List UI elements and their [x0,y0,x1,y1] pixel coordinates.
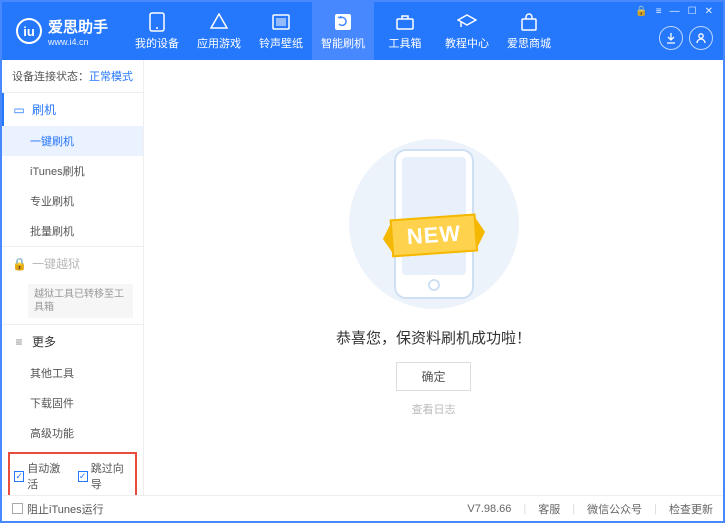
logo[interactable]: iu 爱思助手 www.i4.cn [2,16,118,47]
checkbox-label: 阻止iTunes运行 [27,501,104,517]
nav-apps[interactable]: 应用游戏 [188,2,250,60]
checkbox-icon: ✓ [14,471,24,482]
nav-ringtones[interactable]: 铃声壁纸 [250,2,312,60]
sidebar-section-more: ≡ 更多 其他工具 下载固件 高级功能 [2,324,143,448]
sidebar-section-jailbreak: 🔒 一键越狱 越狱工具已转移至工具箱 [2,246,143,324]
sidebar-item-download-fw[interactable]: 下载固件 [2,388,143,418]
view-log-link[interactable]: 查看日志 [412,401,456,417]
checkbox-icon: ✓ [78,471,88,482]
maximize-icon[interactable]: ☐ [688,6,697,17]
wallpaper-icon [271,12,291,32]
checkbox-skip-guide[interactable]: ✓ 跳过向导 [78,460,132,492]
sidebar-item-advanced[interactable]: 高级功能 [2,418,143,448]
status-label: 设备连接状态： [12,71,89,83]
nav-flash[interactable]: 智能刷机 [312,2,374,60]
nav-label: 铃声壁纸 [259,35,303,51]
nav-label: 我的设备 [135,35,179,51]
close-icon[interactable]: ✕ [705,6,713,17]
sidebar-item-other-tools[interactable]: 其他工具 [2,358,143,388]
success-message: 恭喜您，保资料刷机成功啦！ [336,327,531,348]
more-section-icon: ≡ [12,335,26,349]
new-ribbon: NEW [389,213,478,257]
download-button[interactable] [659,26,683,50]
graduation-icon [457,12,477,32]
sidebar-item-itunes-flash[interactable]: iTunes刷机 [2,156,143,186]
lock-section-icon: 🔒 [12,257,26,271]
connection-status: 设备连接状态：正常模式 [2,60,143,92]
checkbox-block-itunes[interactable]: 阻止iTunes运行 [12,501,104,517]
phone-icon [147,12,167,32]
divider: | [654,503,657,515]
app-subtitle: www.i4.cn [48,37,108,47]
logo-icon: iu [16,18,42,44]
checkbox-label: 跳过向导 [91,460,131,492]
sidebar: 设备连接状态：正常模式 ▭ 刷机 一键刷机 iTunes刷机 专业刷机 批量刷机… [2,60,144,495]
header-actions [659,26,713,60]
status-value: 正常模式 [89,71,133,83]
update-link[interactable]: 检查更新 [669,501,713,517]
nav-label: 智能刷机 [321,35,365,51]
nav-label: 工具箱 [389,35,422,51]
nav-my-device[interactable]: 我的设备 [126,2,188,60]
wechat-link[interactable]: 微信公众号 [587,501,642,517]
checkbox-label: 自动激活 [27,460,67,492]
section-title: 一键越狱 [32,255,80,272]
section-title: 更多 [32,333,56,350]
options-highlight: ✓ 自动激活 ✓ 跳过向导 [8,452,137,495]
body: 设备连接状态：正常模式 ▭ 刷机 一键刷机 iTunes刷机 专业刷机 批量刷机… [2,60,723,495]
nav-toolbox[interactable]: 工具箱 [374,2,436,60]
menu-icon[interactable]: ≡ [656,6,662,17]
minimize-icon[interactable]: — [670,6,680,17]
app-title: 爱思助手 [48,16,108,37]
sidebar-item-batch-flash[interactable]: 批量刷机 [2,216,143,246]
section-title: 刷机 [32,101,56,118]
footer: 阻止iTunes运行 V7.98.66 | 客服 | 微信公众号 | 检查更新 [2,495,723,521]
footer-right: V7.98.66 | 客服 | 微信公众号 | 检查更新 [467,501,713,517]
sidebar-section-flash: ▭ 刷机 一键刷机 iTunes刷机 专业刷机 批量刷机 [2,92,143,246]
header: iu 爱思助手 www.i4.cn 我的设备 应用游戏 铃声壁纸 智能刷机 [2,2,723,60]
main-nav: 我的设备 应用游戏 铃声壁纸 智能刷机 工具箱 教程中心 [126,2,560,60]
jailbreak-note: 越狱工具已转移至工具箱 [28,284,133,318]
user-button[interactable] [689,26,713,50]
divider: | [572,503,575,515]
section-header-flash[interactable]: ▭ 刷机 [2,93,143,126]
app-window: iu 爱思助手 www.i4.cn 我的设备 应用游戏 铃声壁纸 智能刷机 [0,0,725,523]
main-content: NEW 恭喜您，保资料刷机成功啦！ 确定 查看日志 [144,60,723,495]
ok-button[interactable]: 确定 [396,362,470,391]
nav-tutorials[interactable]: 教程中心 [436,2,498,60]
nav-label: 教程中心 [445,35,489,51]
version-label: V7.98.66 [467,503,511,515]
store-icon [519,12,539,32]
window-controls: 🔒 ≡ — ☐ ✕ [635,2,713,17]
apps-icon [209,12,229,32]
service-link[interactable]: 客服 [538,501,560,517]
sidebar-item-onekey-flash[interactable]: 一键刷机 [2,126,143,156]
header-right: 🔒 ≡ — ☐ ✕ [635,2,713,60]
sidebar-item-pro-flash[interactable]: 专业刷机 [2,186,143,216]
lock-icon[interactable]: 🔒 [635,6,647,17]
section-header-more[interactable]: ≡ 更多 [2,325,143,358]
success-illustration: NEW [349,139,519,309]
flash-section-icon: ▭ [12,103,26,117]
nav-label: 应用游戏 [197,35,241,51]
checkbox-auto-activate[interactable]: ✓ 自动激活 [14,460,68,492]
divider: | [523,503,526,515]
section-header-jailbreak[interactable]: 🔒 一键越狱 [2,247,143,280]
toolbox-icon [395,12,415,32]
checkbox-icon [12,503,23,514]
nav-store[interactable]: 爱思商城 [498,2,560,60]
nav-label: 爱思商城 [507,35,551,51]
footer-left: 阻止iTunes运行 [12,501,104,517]
flash-icon [333,12,353,32]
